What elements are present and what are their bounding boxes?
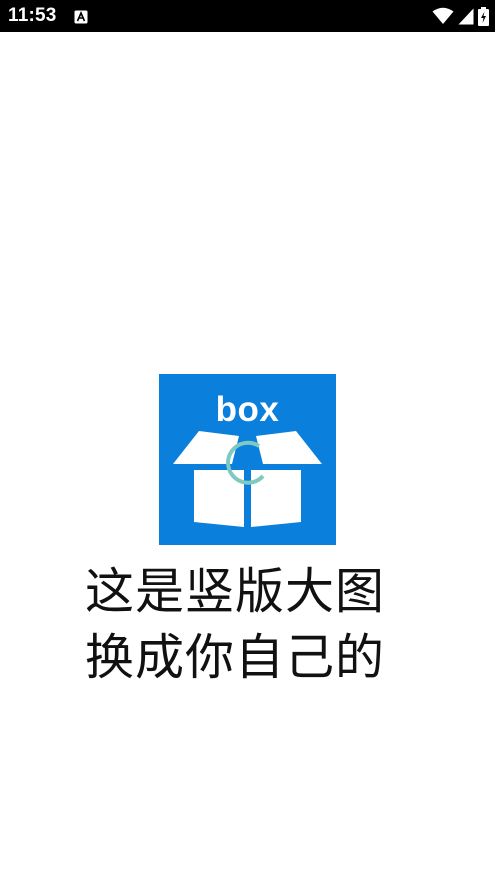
logo-text: box xyxy=(215,390,280,429)
a-accessibility-icon xyxy=(74,9,88,24)
battery-charging-icon xyxy=(478,6,489,26)
splash-image: box 这是竖版大图 换成你自己的 xyxy=(60,374,410,694)
status-bar: 11:53 xyxy=(0,0,495,32)
wifi-icon xyxy=(432,7,454,25)
status-time: 11:53 xyxy=(8,5,57,26)
slogan-line-1: 这是竖版大图 xyxy=(84,563,385,620)
loading-spinner-icon xyxy=(219,432,275,488)
splash-screen: 11:53 box 这是竖版大图 换成你自己的 xyxy=(0,0,495,884)
status-icons xyxy=(432,6,489,26)
cell-signal-icon xyxy=(458,8,474,25)
slogan-line-2: 换成你自己的 xyxy=(84,629,385,686)
